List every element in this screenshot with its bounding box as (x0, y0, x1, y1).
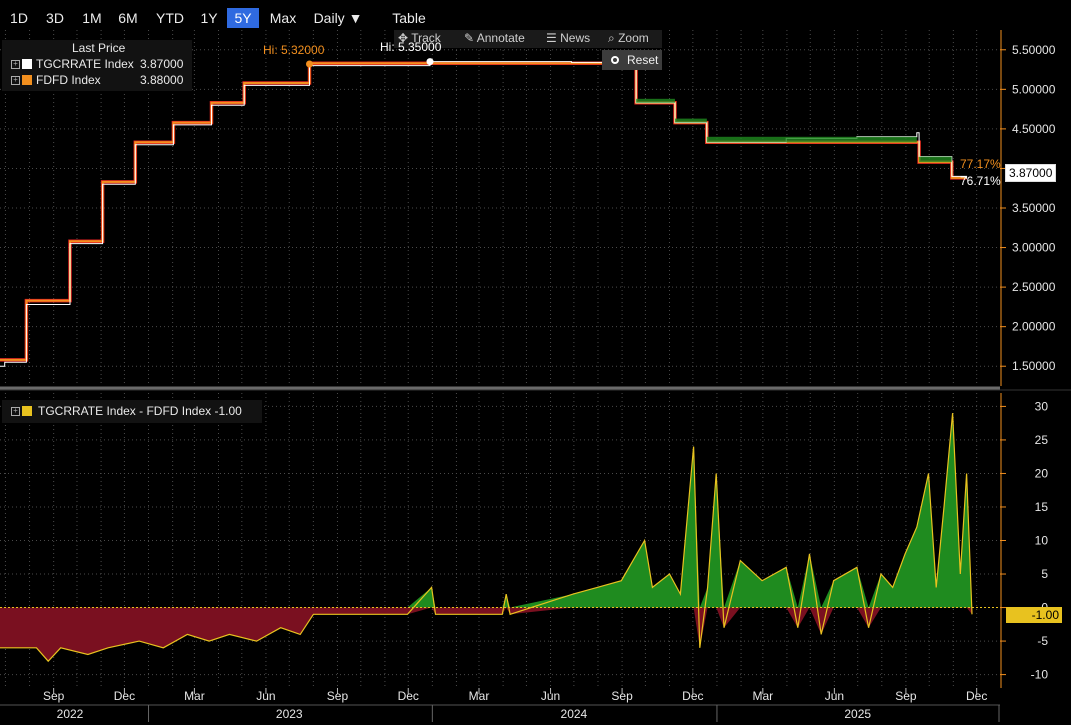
legend-swatch-tgcr (22, 59, 32, 69)
y-tick-label: 25 (1035, 433, 1049, 447)
legend-name-fdfd[interactable]: FDFD Index (36, 73, 101, 87)
news-label: News (560, 31, 591, 45)
x-tick-label: Mar (469, 689, 490, 703)
y-tick-label: -5 (1037, 634, 1048, 648)
x-tick-label: Mar (184, 689, 205, 703)
y-tick-label: 10 (1035, 534, 1049, 548)
pct-label-fdfd: 77.17% (960, 157, 1001, 171)
x-tick-label: Sep (611, 689, 633, 703)
legend-swatch-fdfd (22, 75, 32, 85)
x-tick-label: Sep (895, 689, 917, 703)
price-legend: Last Price + TGCRRATE Index 3.87000 + FD… (2, 40, 192, 91)
spread-fill-top (636, 98, 675, 103)
legend-value-fdfd: 3.88000 (140, 73, 184, 87)
y-tick-label: 5.50000 (1012, 43, 1056, 57)
magnifier-icon: ⌕ (608, 31, 615, 45)
spread-legend: + TGCRRATE Index - FDFD Index -1.00 (2, 400, 262, 423)
reset-icon (611, 56, 619, 64)
pct-label-tgcr: 76.71% (960, 174, 1001, 188)
x-tick-label: Dec (398, 689, 419, 703)
legend-name-tgcr[interactable]: TGCRRATE Index (36, 57, 134, 71)
last-value-tag-bottom: -1.00 (1006, 607, 1062, 623)
spread-fill-top (674, 118, 707, 123)
high-annotation-tgcr: Hi: 5.35000 (380, 40, 442, 54)
x-tick-label: Jun (541, 689, 560, 703)
expand-icon[interactable]: + (11, 60, 20, 69)
x-tick-label: Dec (966, 689, 987, 703)
expand-icon[interactable]: + (11, 76, 20, 85)
reset-button[interactable]: Reset (602, 50, 662, 70)
annotate-tool[interactable]: ✎ Annotate (464, 31, 525, 45)
y-tick-label: 5 (1041, 567, 1048, 581)
year-label: 2024 (561, 707, 588, 721)
annotate-label: Annotate (476, 31, 525, 45)
expand-icon[interactable]: + (11, 407, 20, 416)
high-marker-tgcr (426, 58, 434, 66)
y-tick-label: 15 (1035, 500, 1049, 514)
zoom-tool[interactable]: ⌕ Zoom (608, 31, 649, 46)
y-tick-label: -10 (1031, 668, 1049, 682)
y-tick-label: 30 (1035, 399, 1049, 413)
legend-header: Last Price (72, 41, 126, 55)
legend-swatch-spread (22, 406, 32, 416)
y-tick-label: 2.50000 (1012, 280, 1056, 294)
pencil-icon: ✎ (464, 31, 475, 45)
legend-value-tgcr: 3.87000 (140, 57, 184, 71)
spread-fill-top (706, 136, 917, 143)
x-tick-label: Mar (752, 689, 773, 703)
year-label: 2023 (276, 707, 303, 721)
y-tick-label: 1.50000 (1012, 359, 1056, 373)
y-tick-label: 3.00000 (1012, 241, 1056, 255)
x-tick-label: Sep (327, 689, 349, 703)
legend-name-spread[interactable]: TGCRRATE Index - FDFD Index -1.00 (38, 404, 242, 418)
x-tick-label: Sep (43, 689, 65, 703)
y-tick-label: 5.00000 (1012, 82, 1056, 96)
news-tool[interactable]: ☰ News (546, 31, 590, 45)
spread-fill-top (919, 156, 952, 163)
news-icon: ☰ (546, 31, 557, 45)
reset-label: Reset (627, 53, 659, 67)
x-tick-label: Dec (682, 689, 703, 703)
y-tick-label: 2.00000 (1012, 320, 1056, 334)
high-annotation-fdfd: Hi: 5.32000 (263, 43, 325, 57)
x-tick-label: Jun (256, 689, 275, 703)
y-tick-label: 3.50000 (1012, 201, 1056, 215)
last-value-tag-top: 3.87000 (1005, 164, 1057, 182)
year-label: 2022 (57, 707, 84, 721)
high-marker-fdfd (305, 60, 313, 68)
year-label: 2025 (844, 707, 871, 721)
x-tick-label: Jun (825, 689, 844, 703)
y-tick-label: 4.50000 (1012, 122, 1056, 136)
y-tick-label: 20 (1035, 466, 1049, 480)
x-tick-label: Dec (114, 689, 135, 703)
zoom-label: Zoom (618, 31, 649, 45)
chart-canvas[interactable]: 5.500005.000004.500004.000003.500003.000… (0, 0, 1071, 725)
